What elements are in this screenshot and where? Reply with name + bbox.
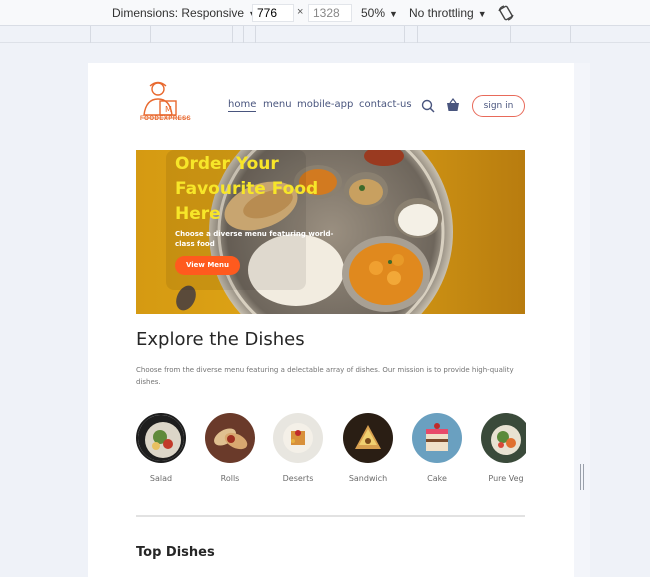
dish-label: Sandwich: [348, 474, 388, 483]
category-rolls[interactable]: Rolls: [200, 413, 260, 483]
explore-description: Choose from the diverse menu featuring a…: [136, 366, 514, 386]
dish-label: Salad: [149, 474, 173, 483]
resize-handle[interactable]: [580, 464, 584, 490]
throttling-label: No throttling: [409, 6, 474, 20]
svg-text:M: M: [165, 105, 172, 114]
category-deserts[interactable]: Deserts: [268, 413, 328, 483]
logo[interactable]: M: [138, 77, 204, 131]
category-cake[interactable]: Cake: [407, 413, 467, 483]
hero-title: Order Your Favourite Food Here: [175, 154, 319, 224]
zoom-label: 50%: [361, 6, 386, 20]
explore-title: Explore the Dishes: [136, 329, 305, 350]
category-salad[interactable]: Salad: [136, 413, 191, 483]
cake-image: [412, 413, 462, 463]
dish-label: Pure Veg: [488, 474, 524, 483]
category-pure-veg[interactable]: Pure Veg: [476, 413, 526, 483]
dimensions-label: Dimensions: Responsive: [112, 6, 245, 20]
rolls-image: [205, 413, 255, 463]
top-dishes-heading: Top Dishes: [136, 545, 215, 560]
view-menu-button[interactable]: View Menu: [175, 256, 240, 275]
dish-categories: Salad Rolls Deserts Sandwich Cake Pure V…: [136, 413, 526, 493]
pure-veg-image: [481, 413, 526, 463]
logo-text: FOODEXPRESS: [140, 116, 192, 122]
sign-in-button[interactable]: sign in: [472, 95, 525, 117]
category-sandwich[interactable]: Sandwich: [338, 413, 398, 483]
nav-menu[interactable]: menu: [263, 99, 292, 110]
rotate-icon[interactable]: [497, 4, 515, 22]
nav-mobile-app[interactable]: mobile-app: [297, 99, 353, 110]
search-icon[interactable]: [421, 99, 435, 113]
hero-banner: Order Your Favourite Food Here Choose a …: [136, 150, 525, 314]
dimensions-dropdown[interactable]: Dimensions: Responsive▼: [112, 6, 257, 20]
sandwich-image: [343, 413, 393, 463]
width-input[interactable]: [252, 4, 294, 22]
times-separator: ×: [297, 6, 304, 18]
dish-label: Rolls: [220, 474, 240, 483]
dish-label: Cake: [427, 474, 447, 483]
height-input[interactable]: [308, 4, 352, 22]
salad-image: [136, 413, 186, 463]
chevron-down-icon: ▼: [389, 9, 398, 19]
dish-label: Deserts: [282, 474, 314, 483]
device-viewport: M FOODEXPRESS home menu mobile-app conta…: [88, 63, 574, 577]
zoom-dropdown[interactable]: 50% ▼: [361, 6, 398, 20]
basket-icon[interactable]: [446, 98, 460, 112]
media-query-ruler: [0, 26, 650, 43]
nav-contact-us[interactable]: contact-us: [359, 99, 412, 110]
deserts-image: [273, 413, 323, 463]
devtools-toolbar: Dimensions: Responsive▼ × 50%▼ No thrott…: [0, 0, 650, 26]
viewport-gutter: [574, 63, 590, 577]
nav-home[interactable]: home: [228, 99, 257, 112]
section-divider: [136, 515, 525, 517]
throttling-dropdown[interactable]: No throttling ▼: [409, 6, 487, 20]
chevron-down-icon: ▼: [477, 9, 487, 19]
hero-subtitle: Choose a diverse menu featuring world-cl…: [175, 230, 334, 248]
